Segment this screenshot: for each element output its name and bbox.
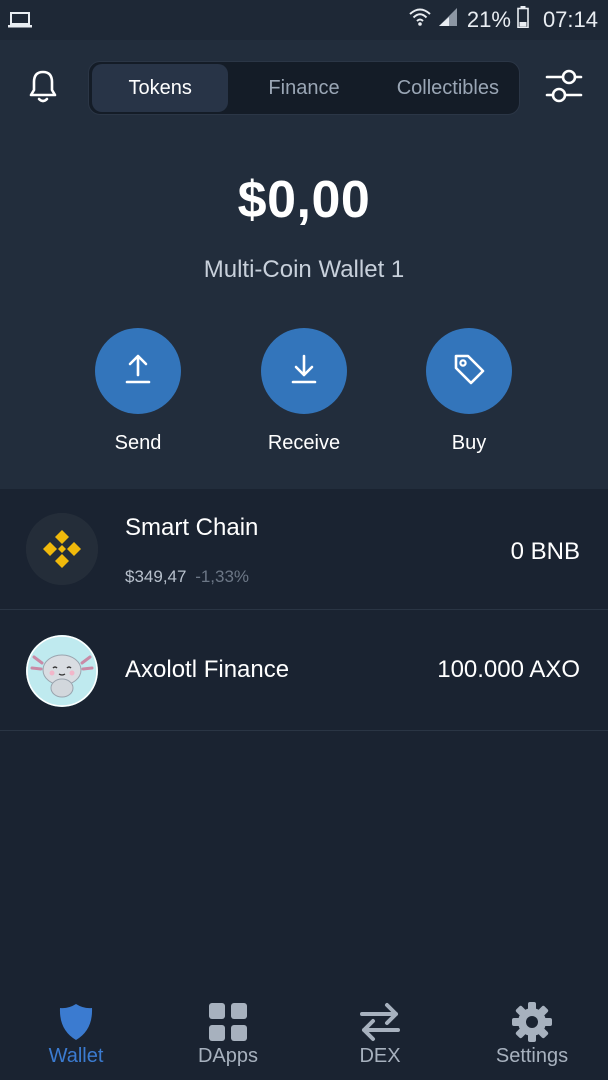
swap-icon <box>304 1000 456 1044</box>
buy-label: Buy <box>451 432 487 454</box>
send-button[interactable]: Send <box>78 328 198 455</box>
nav-settings[interactable]: Settings <box>456 985 608 1080</box>
gear-icon <box>456 1000 608 1044</box>
token-price: $349,47 <box>125 567 187 586</box>
token-balance: 100.000 AXO <box>437 656 580 683</box>
send-circle[interactable] <box>95 328 181 414</box>
token-price-line: $349,47 -1,33% <box>125 567 249 587</box>
wallet-header: Tokens Finance Collectibles $0,00 Multi-… <box>0 40 608 489</box>
arrow-up-icon <box>123 353 153 390</box>
token-balance: 0 BNB <box>510 538 580 565</box>
bottom-navigation: Wallet DApps DEX Settings <box>0 985 608 1080</box>
signal-icon <box>437 7 459 33</box>
battery-icon <box>517 6 529 34</box>
token-list: Smart Chain $349,47 -1,33% 0 BNB Axolotl… <box>0 489 608 731</box>
total-balance: $0,00 <box>237 171 371 229</box>
grid-icon <box>152 1000 304 1044</box>
nav-dex-label: DEX <box>359 1045 401 1067</box>
receive-button[interactable]: Receive <box>244 328 364 455</box>
tab-tokens[interactable]: Tokens <box>92 64 229 112</box>
status-bar: 21% 07:14 <box>0 0 608 40</box>
notifications-button[interactable] <box>22 66 64 110</box>
token-row-axolotl-finance[interactable]: Axolotl Finance 100.000 AXO <box>0 610 608 731</box>
nav-dex[interactable]: DEX <box>304 985 456 1080</box>
nav-settings-label: Settings <box>495 1045 569 1067</box>
bnb-icon <box>26 513 98 585</box>
axolotl-icon <box>26 635 98 707</box>
tab-collectibles[interactable]: Collectibles <box>380 64 516 112</box>
laptop-icon <box>8 11 32 29</box>
send-label: Send <box>114 432 162 454</box>
clock: 07:14 <box>542 7 598 32</box>
nav-dapps[interactable]: DApps <box>152 985 304 1080</box>
token-name: Smart Chain <box>125 514 259 541</box>
sliders-icon <box>545 67 583 110</box>
shield-icon <box>0 1000 152 1044</box>
wifi-icon <box>409 7 431 33</box>
bell-icon <box>25 67 61 110</box>
buy-circle[interactable] <box>426 328 512 414</box>
nav-dapps-label: DApps <box>197 1045 259 1067</box>
receive-circle[interactable] <box>261 328 347 414</box>
manage-tokens-button[interactable] <box>542 66 586 110</box>
asset-tabs: Tokens Finance Collectibles <box>88 61 520 115</box>
token-name: Axolotl Finance <box>125 656 290 683</box>
receive-label: Receive <box>267 432 341 454</box>
arrow-down-icon <box>289 353 319 390</box>
tag-icon <box>452 352 486 391</box>
token-change: -1,33% <box>195 567 250 586</box>
battery-percentage: 21% <box>466 7 511 32</box>
buy-button[interactable]: Buy <box>409 328 529 455</box>
tab-finance[interactable]: Finance <box>228 64 379 112</box>
nav-wallet[interactable]: Wallet <box>0 985 152 1080</box>
token-row-smart-chain[interactable]: Smart Chain $349,47 -1,33% 0 BNB <box>0 489 608 610</box>
wallet-actions: Send Receive Buy <box>0 328 608 468</box>
nav-wallet-label: Wallet <box>48 1045 104 1067</box>
wallet-name[interactable]: Multi-Coin Wallet 1 <box>0 256 608 284</box>
